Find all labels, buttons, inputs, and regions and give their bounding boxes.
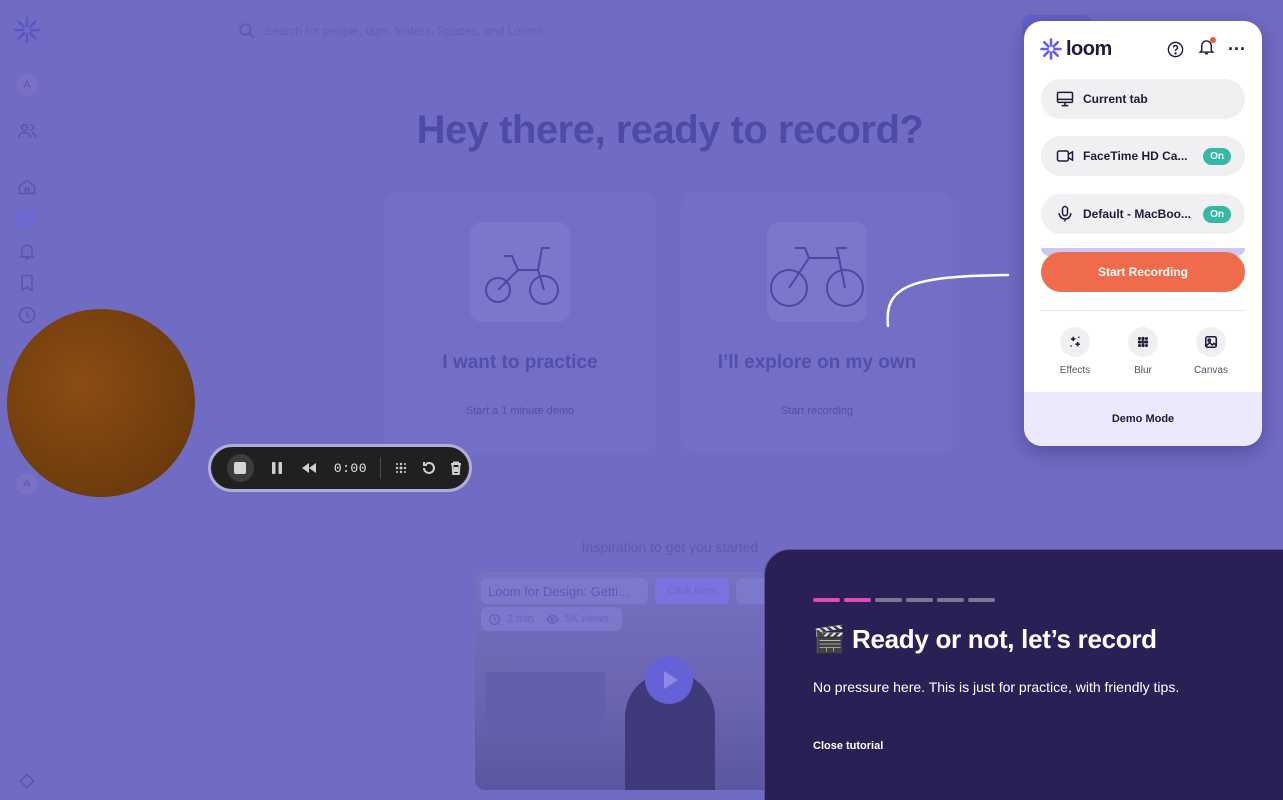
loom-logo-icon[interactable]	[13, 16, 41, 44]
screen-source-select[interactable]: Current tab	[1041, 79, 1245, 119]
screen-source-label: Current tab	[1083, 92, 1148, 106]
practice-card-title: I want to practice	[442, 352, 598, 373]
play-icon[interactable]	[645, 656, 693, 704]
brand-name: loom	[1066, 37, 1112, 60]
search-bar[interactable]: Search for people, tags, folders, Spaces…	[238, 20, 838, 42]
bicycle-illustration	[767, 222, 867, 322]
workspace-avatar[interactable]: A	[16, 74, 38, 96]
recording-timer: 0:00	[333, 460, 368, 476]
tutorial-body: No pressure here. This is just for pract…	[813, 679, 1180, 695]
effects-toolbar: Effects Blur Canvas	[1041, 327, 1245, 376]
notifications-button[interactable]	[1197, 37, 1217, 61]
bookmark-icon[interactable]	[16, 272, 38, 294]
bell-icon	[1198, 40, 1215, 55]
home-icon[interactable]	[16, 176, 38, 198]
pause-button[interactable]	[264, 453, 291, 483]
stop-button[interactable]	[227, 454, 254, 482]
loom-brand: loom	[1040, 38, 1112, 61]
close-tutorial-link[interactable]: Close tutorial	[813, 740, 883, 752]
video-cta-button[interactable]: Click here	[655, 578, 729, 604]
progress-step	[937, 598, 964, 602]
notifications-icon[interactable]	[16, 240, 38, 262]
loom-extension-popup: loom ··· Current tab FaceTime HD Ca... O…	[1024, 21, 1262, 446]
tutorial-pointer-line	[886, 273, 1010, 328]
progress-step	[875, 598, 902, 602]
effects-button[interactable]: Effects	[1045, 327, 1105, 376]
rewind-button[interactable]	[295, 453, 324, 483]
eye-icon	[546, 614, 559, 624]
microphone-label: Default - MacBoo...	[1083, 207, 1192, 221]
blur-label: Blur	[1134, 365, 1152, 376]
microphone-icon	[1058, 205, 1072, 222]
tutorial-progress	[813, 598, 995, 602]
camera-select[interactable]: FaceTime HD Ca... On	[1041, 136, 1245, 176]
demo-mode-footer: Demo Mode	[1024, 392, 1262, 446]
video-meta: 2 min 5K views	[481, 607, 622, 631]
video-thumbnail[interactable]	[475, 572, 775, 790]
microphone-toggle[interactable]: On	[1203, 205, 1231, 223]
video-duration: 2 min	[507, 613, 534, 625]
explore-card-subtitle[interactable]: Start recording	[681, 405, 953, 417]
restart-icon[interactable]	[415, 453, 442, 483]
practice-card-subtitle[interactable]: Start a 1 minute demo	[384, 405, 656, 417]
loom-logo-icon	[1040, 38, 1062, 60]
effects-label: Effects	[1059, 365, 1091, 376]
progress-step	[844, 598, 871, 602]
tutorial-title: 🎬 Ready or not, let’s record	[813, 624, 1157, 654]
help-widget-icon[interactable]	[16, 770, 38, 792]
monitor-icon	[1056, 91, 1074, 107]
practice-card[interactable]: I want to practice Start a 1 minute demo	[384, 192, 656, 454]
more-options-icon[interactable]: ···	[1228, 40, 1246, 58]
progress-step	[906, 598, 933, 602]
canvas-label: Canvas	[1194, 365, 1228, 376]
member-avatar[interactable]: A	[16, 473, 38, 495]
search-input[interactable]: Search for people, tags, folders, Spaces…	[264, 24, 544, 38]
delete-icon[interactable]	[442, 453, 469, 483]
sparkles-icon	[1070, 336, 1080, 347]
people-icon[interactable]	[16, 120, 38, 142]
microphone-select[interactable]: Default - MacBoo... On	[1041, 194, 1245, 234]
page-title: Hey there, ready to record?	[416, 108, 924, 152]
clock-icon	[489, 613, 500, 625]
history-icon[interactable]	[16, 304, 38, 326]
video-title[interactable]: Loom for Design: Getti...	[481, 578, 648, 604]
camera-label: FaceTime HD Ca...	[1083, 149, 1188, 163]
tricycle-illustration	[470, 222, 570, 322]
camera-toggle[interactable]: On	[1203, 147, 1231, 165]
recording-controls[interactable]: 0:00	[208, 444, 472, 492]
progress-step	[813, 598, 840, 602]
blur-button[interactable]: Blur	[1113, 327, 1173, 376]
video-views: 5K views	[564, 613, 609, 625]
start-recording-button[interactable]: Start Recording	[1041, 252, 1245, 292]
camera-bubble[interactable]	[7, 309, 195, 497]
canvas-button[interactable]: Canvas	[1181, 327, 1241, 376]
video-camera-icon	[1056, 150, 1074, 162]
tutorial-panel: 🎬 Ready or not, let’s record No pressure…	[764, 549, 1283, 800]
library-icon[interactable]	[16, 208, 38, 230]
progress-step	[968, 598, 995, 602]
blur-toggle-icon[interactable]	[389, 453, 414, 483]
image-icon	[1204, 335, 1218, 349]
blur-icon	[1137, 336, 1149, 348]
help-icon[interactable]	[1166, 40, 1185, 59]
explore-card-title: I’ll explore on my own	[717, 352, 917, 373]
search-icon	[239, 23, 255, 39]
